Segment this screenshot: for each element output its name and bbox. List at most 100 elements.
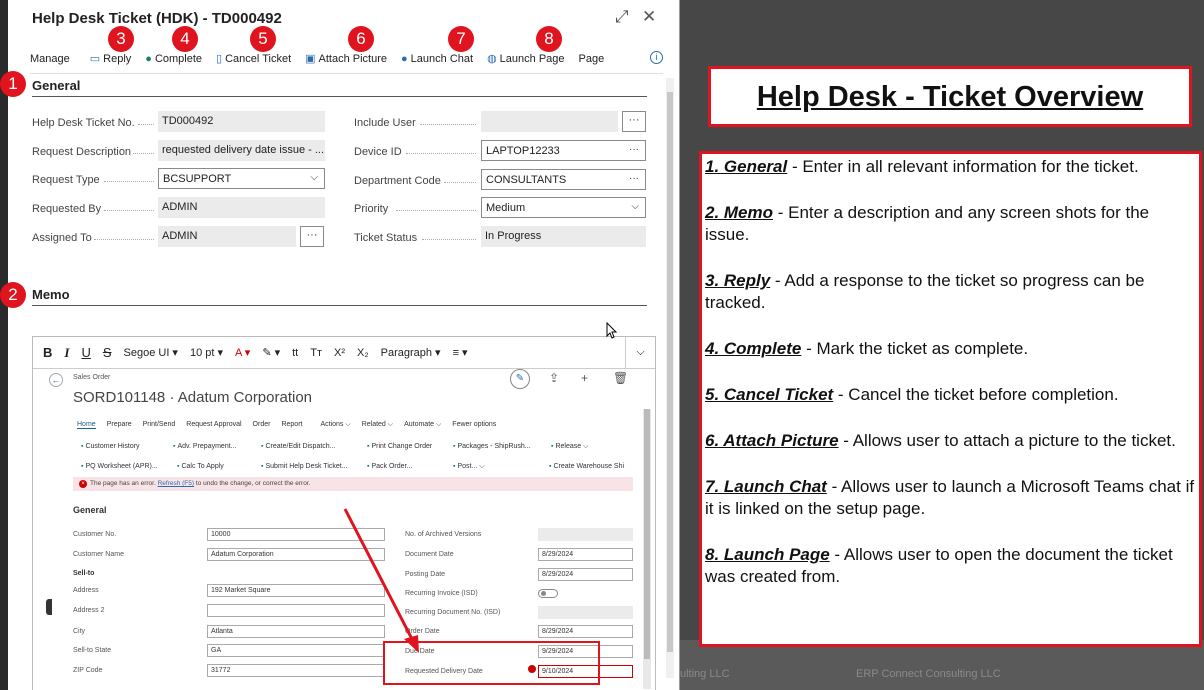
memo-divider [32,305,647,306]
priority-select[interactable]: Medium ⌵ [481,197,646,218]
embedded-scrollbar [643,409,651,689]
overview-item-heading: 5. Cancel Ticket [705,385,834,404]
teams-icon: ● [401,52,408,65]
leader-dots [422,239,476,240]
launch-chat-button[interactable]: ● Launch Chat [401,53,473,65]
overview-item-heading: 1. General [705,157,788,176]
request-type-label: Request Type [32,174,100,186]
requested-by-label: Requested By [32,203,102,215]
font-color-button[interactable]: A ▾ [235,346,250,359]
editor-toolbar: B I U S Segoe UI ▾ 10 pt ▾ A ▾ ✎ ▾ tt Tт… [33,337,655,369]
bold-button[interactable]: B [43,345,52,360]
checkmark-circle-icon: ● [145,52,152,65]
launch-page-button[interactable]: ◍ Launch Page [487,52,564,66]
assigned-to-label: Assigned To [32,232,92,244]
include-user-lookup-button[interactable]: ··· [622,111,646,132]
device-id-value: LAPTOP12233 [486,145,560,157]
ticket-no-field[interactable]: TD000492 [158,111,325,132]
step-badge-2: 2 [0,282,26,308]
include-user-field[interactable] [481,111,618,132]
subscript-button[interactable]: X₂ [357,347,369,359]
mouse-cursor-icon [606,322,618,339]
leader-dots [104,181,154,182]
background-text-2: ERP Connect Consulting LLC [856,668,1001,680]
page-menu[interactable]: Page [579,53,605,65]
include-user-label: Include User [354,117,416,129]
uppercase-button[interactable]: Tт [310,347,322,359]
step-badge-3: 3 [108,26,134,52]
underline-button[interactable]: U [81,345,90,360]
device-id-field[interactable]: LAPTOP12233 ··· [481,140,646,161]
overview-item-text: - Allows user to attach a picture to the… [838,431,1176,450]
general-divider [32,96,647,97]
ellipsis-icon: ··· [629,173,639,184]
red-arrow-annotation [343,508,419,653]
requested-by-field[interactable]: ADMIN [158,197,325,218]
close-icon[interactable]: ✕ [642,7,656,27]
scrollbar-thumb[interactable] [667,92,673,652]
leader-dots [138,124,154,125]
ellipsis-icon: ··· [629,144,639,155]
overview-title-box: Help Desk - Ticket Overview [708,66,1192,127]
attach-picture-button[interactable]: ▣ Attach Picture [305,52,388,66]
priority-label: Priority [354,203,389,215]
highlight-button[interactable]: ✎ ▾ [262,346,280,359]
cancel-ticket-label: Cancel Ticket [225,52,292,65]
overview-item: 2. Memo - Enter a description and any sc… [705,202,1196,246]
request-description-label: Request Description [32,146,132,158]
ticket-status-label: Ticket Status [354,232,418,244]
assigned-to-field[interactable]: ADMIN [158,226,296,247]
device-id-label: Device ID [354,146,402,158]
help-desk-ticket-dialog: Help Desk Ticket (HDK) - TD000492 ⤢ ✕ Ma… [8,0,680,690]
general-heading[interactable]: General [32,78,80,93]
overview-item-heading: 8. Launch Page [705,545,830,564]
overview-item: 5. Cancel Ticket - Cancel the ticket bef… [705,384,1196,406]
request-type-value: BCSUPPORT [163,173,232,185]
background-left-strip [0,0,8,690]
leader-dots [396,210,476,211]
overview-item: 1. General - Enter in all relevant infor… [705,156,1196,178]
background-text-1: ulting LLC [680,668,730,680]
collapse-toolbar-button[interactable]: ⌵ [625,337,655,368]
request-type-select[interactable]: BCSUPPORT ⌵ [158,168,325,189]
leader-dots [420,124,476,125]
overview-item-heading: 6. Attach Picture [705,431,839,450]
memo-heading[interactable]: Memo [32,287,70,302]
overview-item-heading: 7. Launch Chat [705,477,827,496]
align-button[interactable]: ≡ ▾ [453,346,468,359]
superscript-button[interactable]: X² [334,347,345,359]
assigned-to-lookup-button[interactable]: ··· [300,226,324,247]
leader-dots [133,153,154,154]
dialog-scrollbar[interactable] [666,78,674,678]
overview-item: 3. Reply - Add a response to the ticket … [705,270,1196,314]
step-badge-1: 1 [0,71,26,97]
attach-picture-label: Attach Picture [318,52,388,65]
paragraph-select[interactable]: Paragraph ▾ [381,346,441,359]
info-icon[interactable]: i [650,51,663,64]
complete-button[interactable]: ● Complete [145,53,202,65]
expand-icon[interactable]: ⤢ [615,7,629,27]
chevron-down-icon: ⌵ [310,172,318,183]
font-size-select[interactable]: 10 pt ▾ [190,346,223,359]
memo-editor[interactable]: B I U S Segoe UI ▾ 10 pt ▾ A ▾ ✎ ▾ tt Tт… [32,336,656,690]
leader-dots [104,210,154,211]
request-description-field[interactable]: requested delivery date issue - ... [158,140,325,161]
overview-item-text: - Cancel the ticket before completion. [833,385,1119,404]
step-badge-7: 7 [448,26,474,52]
cancel-ticket-button[interactable]: ▯ Cancel Ticket [216,52,292,66]
italic-button[interactable]: I [64,345,69,361]
strikethrough-button[interactable]: S [103,345,112,360]
department-code-field[interactable]: CONSULTANTS ··· [481,169,646,190]
leader-dots [444,182,476,183]
ticket-status-field[interactable]: In Progress [481,226,646,247]
font-family-select[interactable]: Segoe UI ▾ [124,346,178,359]
manage-menu[interactable]: Manage [30,53,70,65]
step-badge-6: 6 [348,26,374,52]
document-cancel-icon: ▯ [216,53,223,65]
reply-button[interactable]: ▭ Reply [90,52,132,66]
lowercase-button[interactable]: tt [292,347,298,359]
overview-item-text: - Add a response to the ticket so progre… [705,271,1145,312]
page-edge-handle [46,599,52,615]
overview-item-heading: 3. Reply [705,271,771,290]
page-label: Page [578,52,605,65]
